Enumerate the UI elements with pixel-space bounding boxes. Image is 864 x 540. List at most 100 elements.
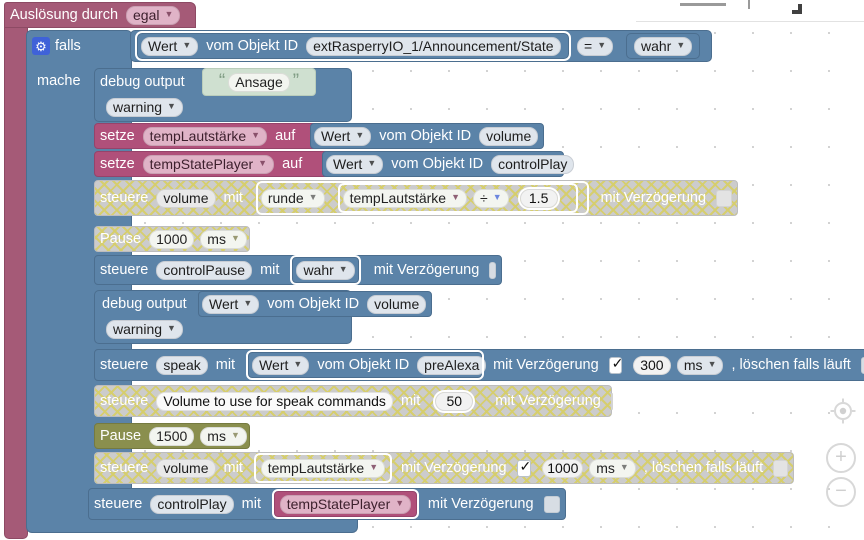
control-delay-value-3[interactable]: 300	[632, 355, 671, 375]
math-round-block[interactable]: runde ▼ tempLautstärke ▼ ÷ ▼ 1.5	[255, 181, 590, 215]
condition-right-block[interactable]: wahr ▼	[626, 33, 701, 59]
math-divide-block[interactable]: tempLautstärke ▼ ÷ ▼ 1.5	[337, 183, 578, 213]
control-target-4[interactable]: Volume to use for speak commands	[156, 391, 393, 411]
control-label-4: steuere	[100, 393, 149, 409]
debug-value-selector-2[interactable]: Wert ▼	[202, 294, 260, 314]
condition-left-selector[interactable]: Wert ▼	[141, 36, 199, 56]
set-variable-dropdown-1[interactable]: tempLautstärke ▼	[142, 126, 268, 146]
control-delay-checkbox-4[interactable]	[610, 392, 613, 410]
control-delay-label-2: mit Verzögerung	[373, 262, 480, 278]
set-label-1: setze	[100, 128, 135, 144]
control-target-6[interactable]: controlPlay	[150, 494, 234, 514]
chevron-down-icon: ▼	[164, 8, 174, 19]
set-value-getter-1[interactable]: Wert ▼ vom Objekt ID volume	[310, 123, 544, 149]
zoom-in-button[interactable]: +	[826, 443, 856, 473]
set-variable-dropdown-2[interactable]: tempStatePlayer ▼	[142, 154, 275, 174]
math-operand-a[interactable]: tempLautstärke ▼	[342, 188, 468, 208]
blockly-workspace[interactable]: Auslösung durch egal ▼ ⚙ falls mache Wer…	[0, 0, 864, 540]
control-delay-label-4: mit Verzögerung	[495, 393, 601, 409]
control-delay-checkbox-6[interactable]	[543, 495, 560, 513]
control-value-object-id-3[interactable]: preAlexa	[417, 355, 487, 375]
zoom-center-button[interactable]	[830, 398, 856, 424]
control-value-4[interactable]: 50	[433, 389, 476, 413]
control-delay-unit-3[interactable]: ms ▼	[676, 355, 724, 375]
control-delay-value-5[interactable]: 1000	[542, 458, 584, 478]
set-value-selector-1[interactable]: Wert ▼	[314, 126, 372, 146]
chevron-down-icon: ▼	[619, 461, 629, 472]
set-value-object-id-2[interactable]: controlPlay	[491, 154, 575, 174]
trigger-hat-block[interactable]: Auslösung durch egal ▼	[4, 2, 196, 28]
if-do-label: mache	[37, 73, 81, 89]
chevron-down-icon: ▼	[293, 358, 303, 369]
statement-control-speak[interactable]: steuere speak mit Wert ▼ vom Objekt ID p…	[94, 349, 864, 381]
chevron-down-icon: ▼	[251, 129, 261, 140]
condition-left-object-id[interactable]: extRasperryIO_1/Announcement/State	[306, 36, 561, 56]
pause-value-1[interactable]: 1000	[149, 229, 195, 249]
debug-output-level-1[interactable]: warning ▼	[106, 98, 183, 117]
control-value-variable-6[interactable]: tempStatePlayer ▼	[271, 489, 419, 519]
set-label-2: setze	[100, 156, 135, 172]
control-delay-unit-5[interactable]: ms ▼	[589, 458, 636, 478]
chevron-down-icon: ▼	[369, 461, 379, 472]
math-operator-dropdown[interactable]: ÷ ▼	[473, 188, 509, 208]
quote-close-icon: ”	[292, 71, 300, 92]
statement-control-controlplay[interactable]: steuere controlPlay mit tempStatePlayer …	[88, 488, 566, 520]
math-round-fn[interactable]: runde ▼	[260, 188, 325, 208]
gear-icon[interactable]: ⚙	[32, 37, 50, 55]
control-target-2[interactable]: controlPause	[156, 260, 253, 280]
statement-control-volume-restore[interactable]: steuere volume mit tempLautstärke ▼ mit …	[94, 452, 794, 484]
text-literal-ansage[interactable]: “ Ansage ”	[202, 68, 316, 96]
set-value-getter-2[interactable]: Wert ▼ vom Objekt ID controlPlay	[322, 151, 575, 177]
debug-value-prefix-2: vom Objekt ID	[267, 296, 360, 312]
control-delay-checkbox-5[interactable]	[516, 458, 532, 477]
statement-pause-2[interactable]: Pause 1500 ms ▼	[94, 423, 250, 449]
control-label-2: steuere	[100, 262, 149, 278]
control-target-1[interactable]: volume	[156, 188, 216, 208]
control-variable-dropdown-5[interactable]: tempLautstärke ▼	[260, 458, 386, 478]
control-delay-checkbox-2[interactable]	[489, 261, 496, 279]
chevron-down-icon: ▼	[308, 191, 318, 202]
statement-pause-1[interactable]: Pause 1000 ms ▼	[94, 226, 250, 252]
zoom-out-button[interactable]: −	[826, 477, 856, 507]
chevron-down-icon: ▼	[451, 191, 461, 202]
set-value-object-id-1[interactable]: volume	[479, 126, 539, 146]
condition-operator-dropdown[interactable]: = ▼	[577, 36, 614, 56]
if-label: falls	[55, 38, 81, 54]
debug-output-value-getter-2[interactable]: Wert ▼ vom Objekt ID volume	[198, 291, 432, 317]
condition-compare-block[interactable]: Wert ▼ vom Objekt ID extRasperryIO_1/Ann…	[130, 30, 712, 62]
pause-unit-2[interactable]: ms ▼	[200, 426, 247, 446]
condition-right-value[interactable]: wahr ▼	[633, 36, 693, 56]
statement-control-controlpause[interactable]: steuere controlPause mit wahr ▼ mit Verz…	[94, 255, 502, 285]
statement-control-volume-round[interactable]: steuere volume mit runde ▼ tempLautstärk…	[94, 180, 738, 216]
if-block-header[interactable]: ⚙ falls	[30, 33, 130, 59]
text-literal-value[interactable]: Ansage	[228, 72, 290, 92]
control-variable-dropdown-6[interactable]: tempStatePlayer ▼	[279, 494, 412, 514]
trigger-mode-dropdown[interactable]: egal ▼	[126, 5, 181, 25]
control-delay-checkbox-1[interactable]	[716, 189, 732, 207]
set-value-prefix-1: vom Objekt ID	[379, 128, 472, 144]
condition-left-getter[interactable]: Wert ▼ vom Objekt ID extRasperryIO_1/Ann…	[135, 31, 571, 61]
math-operand-b[interactable]: 1.5	[517, 186, 560, 210]
control-value-selector-3[interactable]: Wert ▼	[252, 355, 310, 375]
chevron-down-icon: ▼	[597, 39, 607, 50]
pause-unit-1[interactable]: ms ▼	[200, 229, 247, 249]
chevron-down-icon: ▼	[167, 101, 176, 111]
control-target-3[interactable]: speak	[156, 355, 208, 375]
zoom-in-label: +	[835, 446, 847, 468]
chevron-down-icon: ▼	[395, 497, 405, 508]
control-value-bool-2[interactable]: wahr ▼	[290, 255, 361, 285]
control-clear-checkbox-5[interactable]	[773, 459, 788, 477]
control-target-5[interactable]: volume	[156, 458, 216, 478]
debug-value-object-id-2[interactable]: volume	[367, 294, 427, 314]
control-value-variable-5[interactable]: tempLautstärke ▼	[253, 453, 392, 483]
control-delay-label-5: mit Verzögerung	[400, 460, 507, 476]
debug-output-level-2[interactable]: warning ▼	[106, 320, 183, 339]
control-value-dropdown-2[interactable]: wahr ▼	[296, 260, 355, 280]
pause-value-2[interactable]: 1500	[149, 426, 195, 446]
quote-open-icon: “	[218, 71, 226, 92]
set-value-selector-2[interactable]: Wert ▼	[326, 154, 384, 174]
control-value-getter-3[interactable]: Wert ▼ vom Objekt ID preAlexa	[246, 350, 487, 380]
control-delay-checkbox-3[interactable]	[608, 355, 624, 374]
statement-control-speak-volume[interactable]: steuere Volume to use for speak commands…	[94, 385, 613, 417]
trigger-body-spine	[4, 28, 28, 532]
